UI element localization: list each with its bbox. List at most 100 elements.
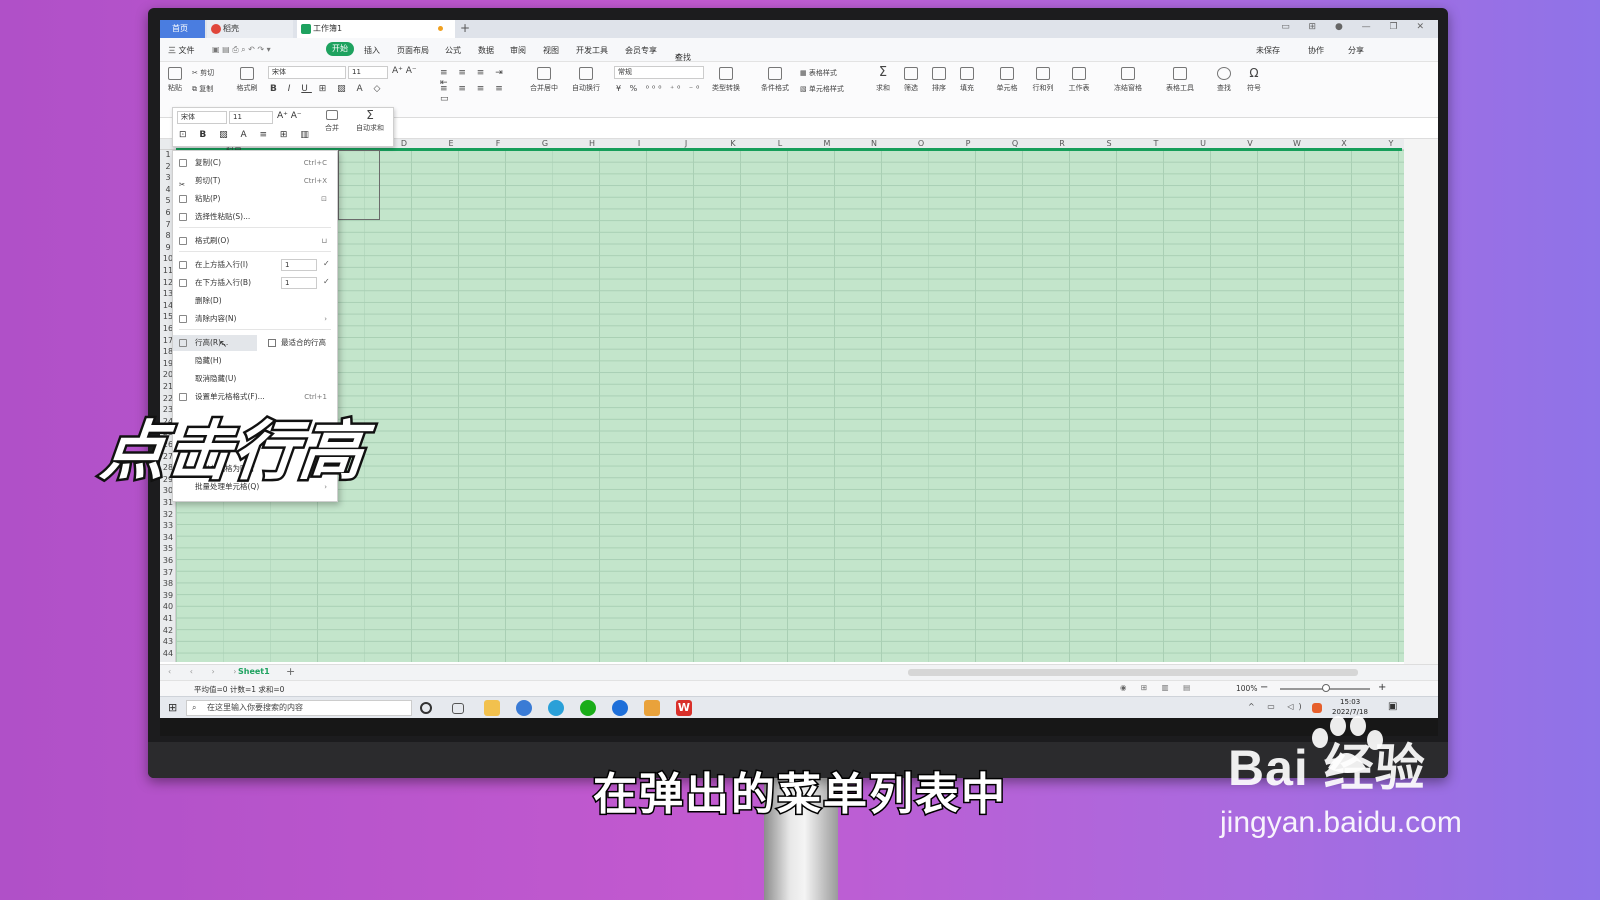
row-header-43[interactable]: 43 <box>160 637 176 646</box>
view-mode-buttons[interactable]: ◉ ⊞ ▥ ▤ <box>1120 683 1196 692</box>
column-header-e[interactable]: E <box>441 139 461 148</box>
folder-app-icon[interactable] <box>644 700 660 716</box>
menu-item-format-painter[interactable]: 格式刷(O) ⊔ <box>173 233 337 249</box>
zoom-level[interactable]: 100% <box>1236 684 1257 693</box>
menu-item-best-fit-row-height[interactable]: 最适合的行高 <box>265 335 337 351</box>
row-header-32[interactable]: 32 <box>160 510 176 519</box>
file-explorer-icon[interactable] <box>484 700 500 716</box>
confirm-check-icon[interactable]: ✓ <box>323 259 330 268</box>
menu-item-copy[interactable]: 复制(C) Ctrl+C <box>173 155 337 171</box>
column-header-x[interactable]: X <box>1334 139 1354 148</box>
symbol-button[interactable]: Ω 符号 <box>1242 67 1266 93</box>
taskbar-search-input[interactable]: ⌕ 在这里输入你要搜索的内容 <box>186 700 412 716</box>
font-style-buttons[interactable]: B I U ⊞ ▨ A ◇ <box>270 84 430 94</box>
menu-member[interactable]: 会员专享 <box>625 45 657 56</box>
windows-start-icon[interactable]: ⊞ <box>168 701 177 714</box>
menu-insert[interactable]: 插入 <box>364 45 380 56</box>
menu-formula[interactable]: 公式 <box>445 45 461 56</box>
number-format-buttons[interactable]: ¥ % ⁰⁰⁰ ⁺⁰ ⁻⁰ <box>616 84 706 93</box>
column-header-j[interactable]: J <box>676 139 696 148</box>
cut-button[interactable]: ✂ 剪切 <box>192 68 226 78</box>
row-header-39[interactable]: 39 <box>160 591 176 600</box>
column-header-q[interactable]: Q <box>1005 139 1025 148</box>
menu-item-row-height[interactable]: 行高(R)... <box>173 335 257 351</box>
column-header-f[interactable]: F <box>488 139 508 148</box>
app-icon[interactable] <box>612 700 628 716</box>
mini-merge-button[interactable]: 合并 <box>319 110 345 133</box>
paste-button[interactable]: 粘贴 <box>164 67 186 93</box>
menu-item-delete[interactable]: 删除(D) <box>173 293 337 309</box>
file-menu[interactable]: 三 文件 <box>168 45 195 56</box>
column-header-d[interactable]: D <box>394 139 414 148</box>
freeze-panes-button[interactable]: 冻结窗格 <box>1108 67 1148 93</box>
row-header-33[interactable]: 33 <box>160 521 176 530</box>
menu-item-paste-special[interactable]: 选择性粘贴(S)... <box>173 209 337 225</box>
merge-center-button[interactable]: 合并居中 <box>524 67 564 93</box>
menu-dev-tools[interactable]: 开发工具 <box>576 45 608 56</box>
row-header-41[interactable]: 41 <box>160 614 176 623</box>
tab-home[interactable]: 首页 <box>160 20 205 38</box>
zoom-slider-thumb[interactable] <box>1322 684 1330 692</box>
insert-above-count-input[interactable]: 1 <box>281 259 317 271</box>
tray-app-icon[interactable] <box>1312 703 1322 713</box>
share-button[interactable]: 分享 <box>1348 45 1364 56</box>
menu-item-cut[interactable]: ✂ 剪切(T) Ctrl+X <box>173 173 337 189</box>
column-header-p[interactable]: P <box>958 139 978 148</box>
font-size-select[interactable]: 11 <box>348 66 388 79</box>
column-header-u[interactable]: U <box>1193 139 1213 148</box>
filter-button[interactable]: 筛选 <box>900 67 922 93</box>
mini-format-buttons[interactable]: ⊡ B ▨ A ≡ ⊞ ▥ <box>179 130 314 140</box>
menu-item-hide[interactable]: 隐藏(H) <box>173 353 337 369</box>
tab-docer[interactable]: 稻壳 <box>207 20 293 38</box>
zoom-in-button[interactable]: + <box>1378 682 1386 693</box>
row-header-34[interactable]: 34 <box>160 533 176 542</box>
column-header-y[interactable]: Y <box>1381 139 1401 148</box>
row-header-40[interactable]: 40 <box>160 602 176 611</box>
copy-button[interactable]: ⧉ 复制 <box>192 84 226 94</box>
cell-button[interactable]: 单元格 <box>992 67 1022 93</box>
wrap-text-button[interactable]: 自动换行 <box>568 67 604 93</box>
edge-icon[interactable] <box>548 700 564 716</box>
wps-icon[interactable]: W <box>676 700 692 716</box>
format-painter-button[interactable]: 格式刷 <box>234 67 260 93</box>
column-header-r[interactable]: R <box>1052 139 1072 148</box>
menu-view[interactable]: 视图 <box>543 45 559 56</box>
menu-review[interactable]: 审阅 <box>510 45 526 56</box>
column-header-o[interactable]: O <box>911 139 931 148</box>
menu-item-clear-contents[interactable]: 清除内容(N) › <box>173 311 337 327</box>
cortana-icon[interactable] <box>420 702 432 714</box>
column-header-t[interactable]: T <box>1146 139 1166 148</box>
vertical-scrollbar[interactable] <box>1404 139 1438 664</box>
add-sheet-button[interactable]: + <box>286 665 295 678</box>
clock-date[interactable]: 2022/7/18 <box>1332 708 1368 716</box>
clock-time[interactable]: 15:03 <box>1340 698 1360 706</box>
horizontal-scrollbar[interactable] <box>908 669 1358 676</box>
fill-button[interactable]: 填充 <box>956 67 978 93</box>
row-col-button[interactable]: 行和列 <box>1028 67 1058 93</box>
font-size-grow-shrink[interactable]: A⁺ A⁻ <box>392 66 417 76</box>
quick-access-icons[interactable]: ▣ ▤ ⎙ ⌕ ↶ ↷ ▾ <box>212 45 271 55</box>
collaborate-button[interactable]: 协作 <box>1308 45 1324 56</box>
zoom-out-button[interactable]: − <box>1260 682 1268 693</box>
menu-page-layout[interactable]: 页面布局 <box>397 45 429 56</box>
number-format-select[interactable]: 常规 <box>614 66 704 79</box>
mini-font-name[interactable]: 宋体 <box>177 111 227 124</box>
column-header-i[interactable]: I <box>629 139 649 148</box>
row-header-38[interactable]: 38 <box>160 579 176 588</box>
insert-below-count-input[interactable]: 1 <box>281 277 317 289</box>
row-header-35[interactable]: 35 <box>160 544 176 553</box>
cell-style-button[interactable]: ▧ 单元格样式 <box>800 84 862 94</box>
window-controls[interactable]: ▭ ⊞ ● — ❐ ✕ <box>1281 22 1432 32</box>
menu-item-paste[interactable]: 粘贴(P) ⊡ <box>173 191 337 207</box>
find-button[interactable]: 查找 <box>1212 67 1236 93</box>
type-convert-button[interactable]: 类型转换 <box>706 67 746 93</box>
menu-item-unhide[interactable]: 取消隐藏(U) <box>173 371 337 387</box>
tab-workbook[interactable]: 工作簿1 <box>297 20 455 38</box>
browser-icon[interactable] <box>516 700 532 716</box>
column-header-w[interactable]: W <box>1287 139 1307 148</box>
column-header-k[interactable]: K <box>723 139 743 148</box>
confirm-check-icon[interactable]: ✓ <box>323 277 330 286</box>
row-header-36[interactable]: 36 <box>160 556 176 565</box>
table-style-button[interactable]: ▦ 表格样式 <box>800 68 856 78</box>
horizontal-alignment-buttons[interactable]: ≡ ≡ ≡ ≡ ▭ <box>440 84 520 104</box>
